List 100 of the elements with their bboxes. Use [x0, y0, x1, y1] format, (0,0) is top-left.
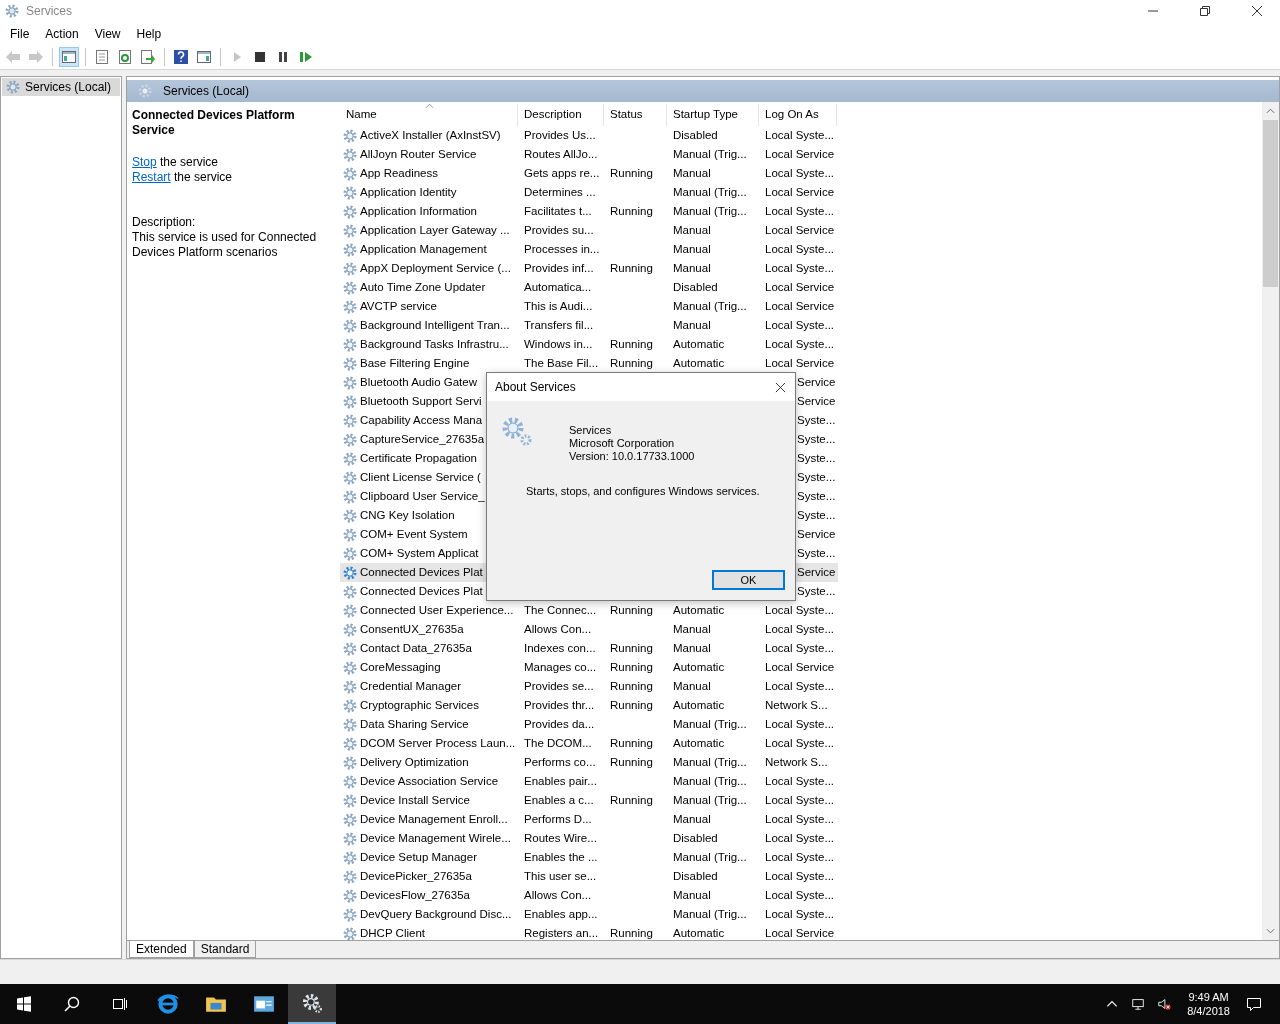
table-cell[interactable]: Application Layer Gateway ... — [340, 221, 518, 240]
table-cell[interactable]: COM+ Event System — [340, 525, 518, 544]
scrollbar-thumb[interactable] — [1263, 120, 1278, 287]
table-cell[interactable]: COM+ System Applicat — [340, 544, 518, 563]
panel-icon — [61, 49, 77, 65]
table-cell[interactable]: DCOM Server Process Laun... — [340, 734, 518, 753]
table-cell[interactable]: CNG Key Isolation — [340, 506, 518, 525]
table-cell[interactable]: Device Management Wirele... — [340, 829, 518, 848]
clock-date[interactable]: 8/4/2018 — [1187, 1004, 1230, 1018]
menu-item[interactable]: File — [2, 24, 38, 43]
table-cell[interactable]: Application Management — [340, 240, 518, 259]
table-cell-text: Manual — [672, 166, 712, 181]
table-cell-text: Enables the ... — [523, 850, 599, 865]
table-cell[interactable]: ActiveX Installer (AxInstSV) — [340, 126, 518, 145]
help-button[interactable] — [171, 47, 191, 67]
column-header[interactable]: Status — [604, 104, 667, 126]
close-icon[interactable] — [775, 381, 786, 393]
table-cell[interactable]: Clipboard User Service_ — [340, 487, 518, 506]
column-header[interactable]: Description — [518, 104, 604, 126]
table-cell[interactable]: ConsentUX_27635a — [340, 620, 518, 639]
muted-speaker-icon[interactable] — [1157, 997, 1172, 1011]
gear-icon — [342, 621, 358, 638]
table-cell-text: Manual (Trig... — [672, 755, 748, 770]
table-cell-text: Running — [609, 679, 654, 694]
table-cell[interactable]: Bluetooth Support Servi — [340, 392, 518, 411]
menu-item[interactable]: Help — [128, 24, 170, 43]
table-cell[interactable]: Capability Access Mana — [340, 411, 518, 430]
table-cell[interactable]: Contact Data_27635a — [340, 639, 518, 658]
table-cell[interactable]: Connected Devices Plat — [340, 582, 518, 601]
table-cell-text: Running — [609, 926, 654, 940]
column-header[interactable]: Startup Type — [667, 104, 759, 126]
table-cell-text: Local Syste... — [764, 318, 836, 333]
table-cell[interactable]: DevQuery Background Disc... — [340, 905, 518, 924]
menu-item[interactable]: Action — [37, 24, 87, 43]
table-cell-text: Indexes con... — [523, 641, 597, 656]
gear-icon — [342, 488, 358, 505]
table-cell[interactable]: Data Sharing Service — [340, 715, 518, 734]
tree-item[interactable]: Services (Local) — [2, 78, 120, 96]
view-tab[interactable]: Extended — [129, 941, 194, 958]
restore-icon[interactable] — [1199, 5, 1211, 17]
console-tree-button[interactable] — [59, 47, 79, 67]
gear-icon — [342, 678, 358, 695]
table-cell-text: The Connec... — [523, 603, 598, 618]
table-cell[interactable]: Certificate Propagation — [340, 449, 518, 468]
table-cell-text: Local Service — [764, 356, 836, 371]
table-cell[interactable]: Cryptographic Services — [340, 696, 518, 715]
table-cell[interactable]: Device Association Service — [340, 772, 518, 791]
table-cell-text: Automatic — [672, 356, 726, 371]
table-cell-text: Network S... — [764, 755, 829, 770]
table-cell[interactable]: Client License Service ( — [340, 468, 518, 487]
table-cell-text: Manual — [672, 679, 712, 694]
service-title: Connected Devices Platform Service — [132, 108, 296, 138]
company-name: Microsoft Corporation — [569, 437, 676, 450]
action-link[interactable]: Stop — [132, 155, 157, 169]
column-header[interactable]: Log On As — [759, 104, 837, 126]
table-cell[interactable]: Application Identity — [340, 183, 518, 202]
table-cell[interactable]: DHCP Client — [340, 924, 518, 940]
view-tab[interactable]: Standard — [193, 941, 257, 958]
network-icon[interactable] — [1131, 997, 1146, 1011]
table-cell-text: The DCOM... — [523, 736, 593, 751]
table-cell[interactable]: Credential Manager — [340, 677, 518, 696]
gear-icon — [342, 640, 358, 657]
left-arrow-icon — [5, 49, 21, 65]
action-link[interactable]: Restart — [132, 170, 171, 184]
gear-icon — [342, 792, 358, 809]
table-cell[interactable]: Device Management Enroll... — [340, 810, 518, 829]
task-view-icon — [112, 996, 128, 1012]
description-label: Description: — [132, 215, 197, 230]
table-cell[interactable]: AppX Deployment Service (... — [340, 259, 518, 278]
column-header[interactable]: Name — [340, 104, 518, 126]
table-cell[interactable]: DevicePicker_27635a — [340, 867, 518, 886]
scrollbar[interactable] — [1262, 102, 1279, 940]
menu-item[interactable]: View — [86, 24, 129, 43]
table-cell[interactable]: Background Intelligent Tran... — [340, 316, 518, 335]
table-cell[interactable]: CoreMessaging — [340, 658, 518, 677]
table-cell-text: Manual — [672, 242, 712, 257]
table-cell[interactable]: Device Install Service — [340, 791, 518, 810]
services-taskbar-button[interactable] — [288, 984, 336, 1024]
gear-icon — [342, 184, 358, 201]
clock-time[interactable]: 9:49 AM — [1188, 990, 1229, 1004]
gear-icon — [342, 127, 358, 144]
table-cell[interactable]: DevicesFlow_27635a — [340, 886, 518, 905]
notification-icon[interactable] — [1246, 996, 1262, 1012]
table-cell[interactable]: AllJoyn Router Service — [340, 145, 518, 164]
table-cell[interactable]: App Readiness — [340, 164, 518, 183]
table-cell-text: Manual — [672, 641, 712, 656]
table-cell[interactable]: Connected User Experience... — [340, 601, 518, 620]
table-cell[interactable]: Application Information — [340, 202, 518, 221]
version-text: Version: 10.0.17733.1000 — [569, 450, 695, 463]
export-button[interactable] — [138, 47, 158, 67]
table-cell[interactable]: Auto Time Zone Updater — [340, 278, 518, 297]
table-cell[interactable]: Device Setup Manager — [340, 848, 518, 867]
table-cell[interactable]: Delivery Optimization — [340, 753, 518, 772]
table-cell[interactable]: Background Tasks Infrastru... — [340, 335, 518, 354]
gear-icon — [342, 146, 358, 163]
table-cell[interactable]: AVCTP service — [340, 297, 518, 316]
table-cell[interactable]: CaptureService_27635a — [340, 430, 518, 449]
close-icon[interactable] — [1251, 5, 1263, 17]
table-cell[interactable]: Base Filtering Engine — [340, 354, 518, 373]
ok-button[interactable]: OK — [712, 570, 785, 590]
